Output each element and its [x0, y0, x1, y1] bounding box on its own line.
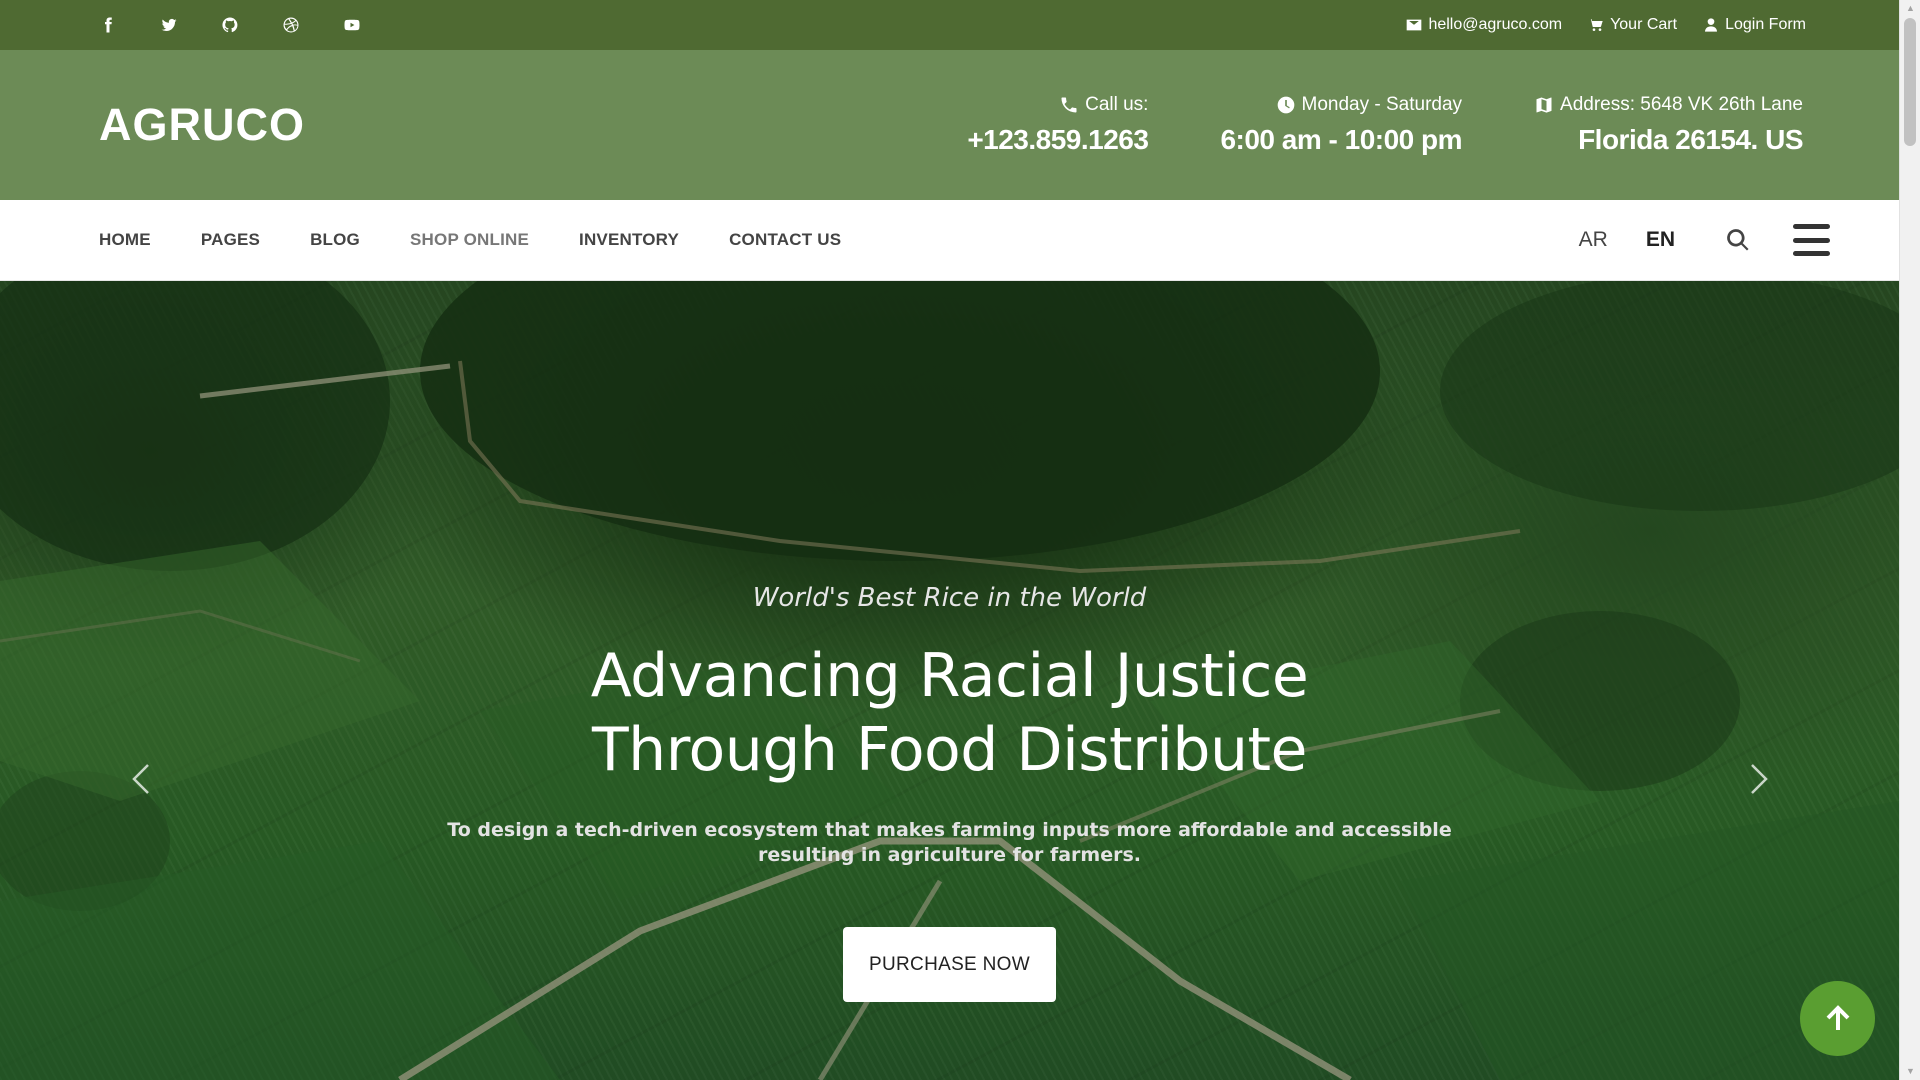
github-icon[interactable] [221, 0, 282, 50]
lang-en-button[interactable]: EN [1646, 228, 1675, 252]
twitter-icon[interactable] [160, 0, 221, 50]
phone-number[interactable]: +123.859.1263 [967, 124, 1149, 156]
hero-headline: Advancing Racial Justice Through Food Di… [0, 639, 1899, 787]
address-value: Florida 26154. US [1578, 124, 1803, 155]
hours-value: 6:00 am - 10:00 pm [1220, 124, 1463, 155]
nav-item-blog[interactable]: BLOG [310, 230, 360, 250]
envelope-icon [1407, 19, 1422, 31]
top-bar: hello@agruco.com Your Cart Login Form [0, 0, 1899, 50]
slider-next-arrow-icon[interactable] [1738, 759, 1778, 799]
hero-slider: World's Best Rice in the World Advancing… [0, 281, 1899, 1080]
back-to-top-button[interactable] [1800, 981, 1875, 1056]
social-links [99, 0, 404, 50]
lang-ar-button[interactable]: AR [1579, 228, 1608, 252]
search-icon[interactable] [1725, 227, 1751, 253]
topbar-links: hello@agruco.com Your Cart Login Form [1406, 16, 1806, 34]
arrow-up-icon [1826, 1004, 1849, 1030]
page-scrollbar[interactable]: ▲ ▼ [1899, 0, 1920, 1080]
cart-icon [1588, 19, 1603, 31]
header-info: Call us: +123.859.1263 Monday - Saturday… [967, 94, 1803, 156]
nav-item-shop-online[interactable]: SHOP ONLINE [410, 230, 529, 250]
facebook-icon[interactable] [99, 0, 160, 50]
scroll-down-icon[interactable]: ▼ [1900, 1063, 1920, 1080]
nav-actions: AR EN [1579, 224, 1830, 256]
email-link[interactable]: hello@agruco.com [1406, 16, 1562, 34]
phone-icon [1061, 97, 1077, 113]
hours-label: Monday - Saturday [1301, 94, 1463, 115]
user-icon [1705, 18, 1718, 32]
login-link[interactable]: Login Form [1703, 16, 1806, 34]
page: hello@agruco.com Your Cart Login Form AG… [0, 0, 1899, 1080]
site-logo[interactable]: AGRUCO [99, 99, 305, 151]
hero-content: World's Best Rice in the World Advancing… [0, 281, 1899, 1080]
scrollbar-thumb[interactable] [1904, 18, 1916, 146]
address-info: Address: 5648 VK 26th Lane Florida 26154… [1534, 94, 1803, 156]
map-icon [1536, 97, 1552, 113]
nav-item-inventory[interactable]: INVENTORY [579, 230, 679, 250]
site-header: AGRUCO Call us: +123.859.1263 Monday - S… [0, 50, 1899, 200]
cart-link[interactable]: Your Cart [1588, 16, 1677, 34]
nav-menu: HOME PAGES BLOG SHOP ONLINE INVENTORY CO… [99, 230, 841, 250]
call-label: Call us: [1085, 94, 1149, 115]
scroll-up-icon[interactable]: ▲ [1900, 0, 1920, 17]
nav-item-home[interactable]: HOME [99, 230, 151, 250]
hero-subtitle: To design a tech-driven ecosystem that m… [447, 819, 1452, 866]
main-nav: HOME PAGES BLOG SHOP ONLINE INVENTORY CO… [0, 200, 1899, 281]
hours-info: Monday - Saturday 6:00 am - 10:00 pm [1220, 94, 1462, 156]
hero-headline-line-2: Through Food Distribute [592, 715, 1307, 785]
purchase-now-button[interactable]: PURCHASE NOW [843, 927, 1056, 1002]
hamburger-menu-icon[interactable] [1793, 224, 1830, 256]
clock-icon [1277, 96, 1294, 114]
youtube-icon[interactable] [343, 0, 404, 50]
call-info: Call us: +123.859.1263 [967, 94, 1149, 156]
login-text: Login Form [1725, 16, 1806, 33]
dribbble-icon[interactable] [282, 0, 343, 50]
slider-prev-arrow-icon[interactable] [122, 759, 162, 799]
hero-eyebrow: World's Best Rice in the World [752, 583, 1147, 613]
email-text: hello@agruco.com [1428, 16, 1563, 33]
cart-text: Your Cart [1610, 16, 1678, 33]
nav-item-contact-us[interactable]: CONTACT US [729, 230, 841, 250]
address-label: Address: 5648 VK 26th Lane [1560, 94, 1803, 115]
nav-item-pages[interactable]: PAGES [201, 230, 260, 250]
hero-headline-line-1: Advancing Racial Justice [590, 641, 1309, 711]
